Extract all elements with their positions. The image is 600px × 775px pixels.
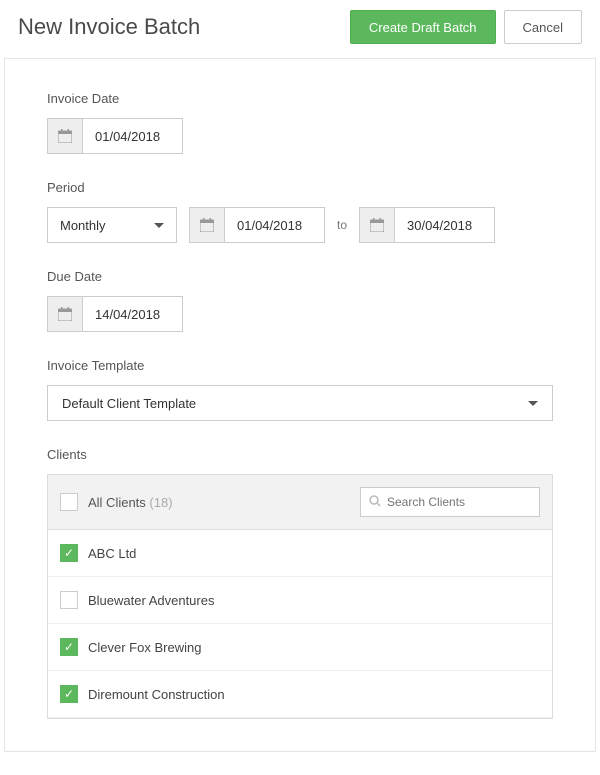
search-icon (369, 495, 381, 510)
due-date-input[interactable] (83, 296, 183, 332)
search-clients-input[interactable] (387, 495, 542, 509)
client-checkbox[interactable] (60, 591, 78, 609)
invoice-template-label: Invoice Template (47, 358, 553, 373)
period-to-input[interactable] (395, 207, 495, 243)
period-frequency-select[interactable]: Monthly (47, 207, 177, 243)
chevron-down-icon (154, 223, 164, 228)
invoice-date-label: Invoice Date (47, 91, 553, 106)
period-frequency-value: Monthly (60, 218, 106, 233)
calendar-icon[interactable] (47, 118, 83, 154)
check-icon: ✓ (64, 641, 74, 653)
client-row[interactable]: ✓ Diremount Construction (48, 671, 552, 718)
invoice-template-select[interactable]: Default Client Template (47, 385, 553, 421)
calendar-icon[interactable] (359, 207, 395, 243)
cancel-button[interactable]: Cancel (504, 10, 582, 44)
clients-label: Clients (47, 447, 553, 462)
calendar-icon[interactable] (189, 207, 225, 243)
client-checkbox[interactable]: ✓ (60, 544, 78, 562)
check-icon: ✓ (64, 688, 74, 700)
client-name: Bluewater Adventures (88, 593, 214, 608)
client-name: Clever Fox Brewing (88, 640, 201, 655)
calendar-icon[interactable] (47, 296, 83, 332)
due-date-label: Due Date (47, 269, 553, 284)
client-row[interactable]: ✓ Clever Fox Brewing (48, 624, 552, 671)
client-checkbox[interactable]: ✓ (60, 638, 78, 656)
page-title: New Invoice Batch (18, 14, 350, 40)
search-clients-field[interactable] (360, 487, 540, 517)
client-name: ABC Ltd (88, 546, 136, 561)
invoice-template-value: Default Client Template (62, 396, 196, 411)
all-clients-checkbox[interactable] (60, 493, 78, 511)
client-row[interactable]: ✓ ABC Ltd (48, 530, 552, 577)
period-label: Period (47, 180, 553, 195)
check-icon: ✓ (64, 547, 74, 559)
period-from-input[interactable] (225, 207, 325, 243)
chevron-down-icon (528, 401, 538, 406)
create-draft-batch-button[interactable]: Create Draft Batch (350, 10, 496, 44)
client-row[interactable]: Bluewater Adventures (48, 577, 552, 624)
period-to-label: to (337, 218, 347, 232)
client-name: Diremount Construction (88, 687, 225, 702)
client-checkbox[interactable]: ✓ (60, 685, 78, 703)
all-clients-label: All Clients (18) (88, 495, 173, 510)
client-list[interactable]: ✓ ABC Ltd Bluewater Adventures ✓ Clever Fox … (48, 530, 552, 718)
invoice-date-input[interactable] (83, 118, 183, 154)
